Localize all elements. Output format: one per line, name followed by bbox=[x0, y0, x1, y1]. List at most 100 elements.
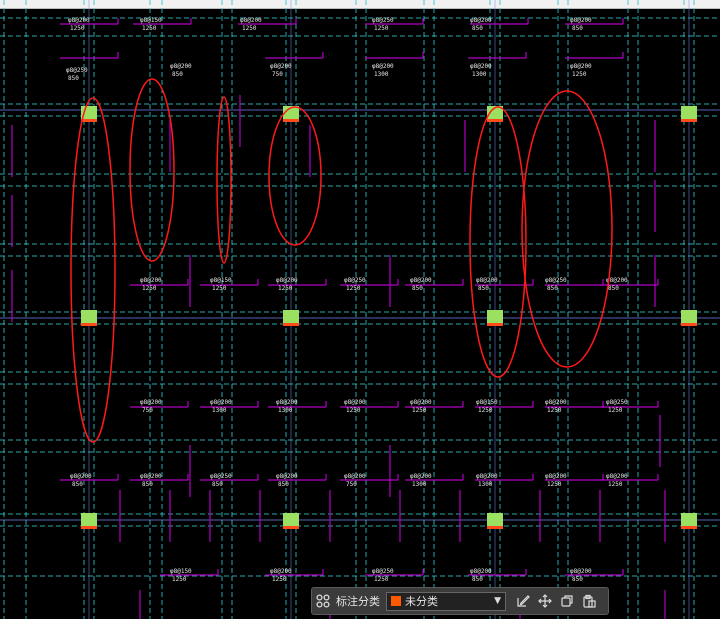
rebar-spec-label: φ8@200 bbox=[344, 399, 366, 406]
rebar-length-label: 1250 bbox=[547, 407, 562, 414]
rebar-length-label: 1300 bbox=[212, 407, 227, 414]
rebar-spec-label: φ8@200 bbox=[410, 473, 432, 480]
category-value: 未分类 bbox=[405, 595, 438, 608]
grid-icon[interactable] bbox=[312, 590, 334, 612]
rebar-length-label: 850 bbox=[172, 71, 183, 78]
rebar-length-label: 1250 bbox=[142, 285, 157, 292]
column-marker-base bbox=[283, 526, 299, 529]
rebar-length-label: 1250 bbox=[70, 25, 85, 32]
paste-icon[interactable] bbox=[578, 590, 600, 612]
rebar-length-label: 1300 bbox=[472, 71, 487, 78]
rebar-spec-label: φ8@200 bbox=[470, 17, 492, 24]
rebar-spec-label: φ8@200 bbox=[240, 17, 262, 24]
rebar-spec-label: φ8@150 bbox=[476, 399, 498, 406]
rebar-length-label: 750 bbox=[142, 407, 153, 414]
rebar-spec-label: φ8@200 bbox=[545, 473, 567, 480]
rebar-length-label: 850 bbox=[212, 481, 223, 488]
markup-ellipse bbox=[268, 106, 322, 246]
rebar-length-label: 1250 bbox=[478, 407, 493, 414]
column-marker-base bbox=[487, 526, 503, 529]
rebar-spec-label: φ8@200 bbox=[170, 63, 192, 70]
category-color-swatch bbox=[391, 596, 401, 606]
rebar-length-label: 850 bbox=[608, 285, 619, 292]
rebar-spec-label: φ8@200 bbox=[570, 17, 592, 24]
rebar-spec-label: φ8@250 bbox=[606, 399, 628, 406]
copy-icon[interactable] bbox=[556, 590, 578, 612]
column-marker-base bbox=[283, 323, 299, 326]
rebar-length-label: 1250 bbox=[547, 481, 562, 488]
rebar-length-label: 850 bbox=[72, 481, 83, 488]
edit-icon[interactable] bbox=[512, 590, 534, 612]
category-dropdown[interactable]: 未分类 ▼ bbox=[386, 591, 506, 611]
rebar-length-label: 1250 bbox=[212, 285, 227, 292]
rebar-length-label: 1250 bbox=[242, 25, 257, 32]
rebar-length-label: 850 bbox=[142, 481, 153, 488]
rebar-length-label: 1300 bbox=[278, 407, 293, 414]
rebar-length-label: 1250 bbox=[572, 71, 587, 78]
rebar-spec-label: φ8@150 bbox=[170, 568, 192, 575]
rebar-spec-label: φ8@250 bbox=[66, 67, 88, 74]
move-icon[interactable] bbox=[534, 590, 556, 612]
column-marker-base bbox=[487, 323, 503, 326]
annotation-category-label: 标注分类 bbox=[336, 595, 380, 608]
rebar-length-label: 850 bbox=[572, 576, 583, 583]
rebar-spec-label: φ8@200 bbox=[344, 473, 366, 480]
column-marker-base bbox=[487, 119, 503, 122]
rebar-length-label: 850 bbox=[547, 285, 558, 292]
rebar-length-label: 1250 bbox=[412, 407, 427, 414]
column-marker-base bbox=[81, 526, 97, 529]
rebar-length-label: 850 bbox=[478, 285, 489, 292]
rebar-spec-label: φ8@250 bbox=[210, 473, 232, 480]
rebar-spec-label: φ8@200 bbox=[68, 17, 90, 24]
rebar-spec-label: φ8@200 bbox=[140, 473, 162, 480]
rebar-length-label: 1250 bbox=[346, 407, 361, 414]
rebar-length-label: 750 bbox=[346, 481, 357, 488]
column-marker-base bbox=[681, 526, 697, 529]
rebar-length-label: 1300 bbox=[374, 71, 389, 78]
rebar-length-label: 1250 bbox=[278, 285, 293, 292]
rebar-length-label: 1250 bbox=[172, 576, 187, 583]
column-marker-base bbox=[81, 119, 97, 122]
column-marker-base bbox=[81, 323, 97, 326]
column-marker-base bbox=[283, 119, 299, 122]
rebar-spec-label: φ8@250 bbox=[545, 277, 567, 284]
rebar-length-label: 1250 bbox=[608, 481, 623, 488]
markup-ellipse bbox=[216, 96, 232, 264]
rebar-spec-label: φ8@250 bbox=[372, 568, 394, 575]
rebar-spec-label: φ8@200 bbox=[372, 63, 394, 70]
rebar-spec-label: φ8@200 bbox=[410, 399, 432, 406]
grid-lines bbox=[0, 0, 720, 619]
rebar-length-label: 1300 bbox=[412, 481, 427, 488]
rebar-spec-label: φ8@200 bbox=[545, 399, 567, 406]
rebar-spec-label: φ8@200 bbox=[140, 399, 162, 406]
markup-ellipse bbox=[129, 78, 175, 262]
rebar-spec-label: φ8@200 bbox=[570, 568, 592, 575]
rebar-length-label: 850 bbox=[472, 576, 483, 583]
rebar-length-label: 1250 bbox=[608, 407, 623, 414]
rebar-length-label: 1250 bbox=[272, 576, 287, 583]
rebar-spec-label: φ8@200 bbox=[606, 473, 628, 480]
rebar-spec-label: φ8@200 bbox=[210, 399, 232, 406]
cad-drawing-canvas[interactable]: φ8@2001250φ8@1501250φ8@2001250φ8@2501250… bbox=[0, 0, 720, 619]
rebar-length-label: 850 bbox=[572, 25, 583, 32]
markup-ellipse bbox=[70, 97, 116, 443]
rebar-spec-label: φ8@150 bbox=[210, 277, 232, 284]
column-marker-base bbox=[681, 119, 697, 122]
rebar-length-label: 1300 bbox=[478, 481, 493, 488]
rebar-length-label: 850 bbox=[68, 75, 79, 82]
rebar-spec-label: φ8@250 bbox=[344, 277, 366, 284]
rebar-length-label: 1250 bbox=[374, 576, 389, 583]
red-markup-ellipses bbox=[70, 78, 613, 443]
rebar-spec-label: φ8@150 bbox=[140, 17, 162, 24]
rebar-spec-label: φ8@200 bbox=[276, 473, 298, 480]
markup-ellipse bbox=[469, 106, 527, 378]
rebar-spec-label: φ8@250 bbox=[372, 17, 394, 24]
rebar-spec-label: φ8@200 bbox=[270, 63, 292, 70]
rebar-spec-label: φ8@200 bbox=[276, 399, 298, 406]
chevron-down-icon: ▼ bbox=[494, 596, 501, 606]
rebar-spec-label: φ8@200 bbox=[410, 277, 432, 284]
rebar-spec-label: φ8@200 bbox=[476, 277, 498, 284]
rebar-length-label: 1250 bbox=[346, 285, 361, 292]
rebar-spec-label: φ8@200 bbox=[276, 277, 298, 284]
annotation-toolbar: 标注分类 未分类 ▼ bbox=[311, 587, 609, 615]
